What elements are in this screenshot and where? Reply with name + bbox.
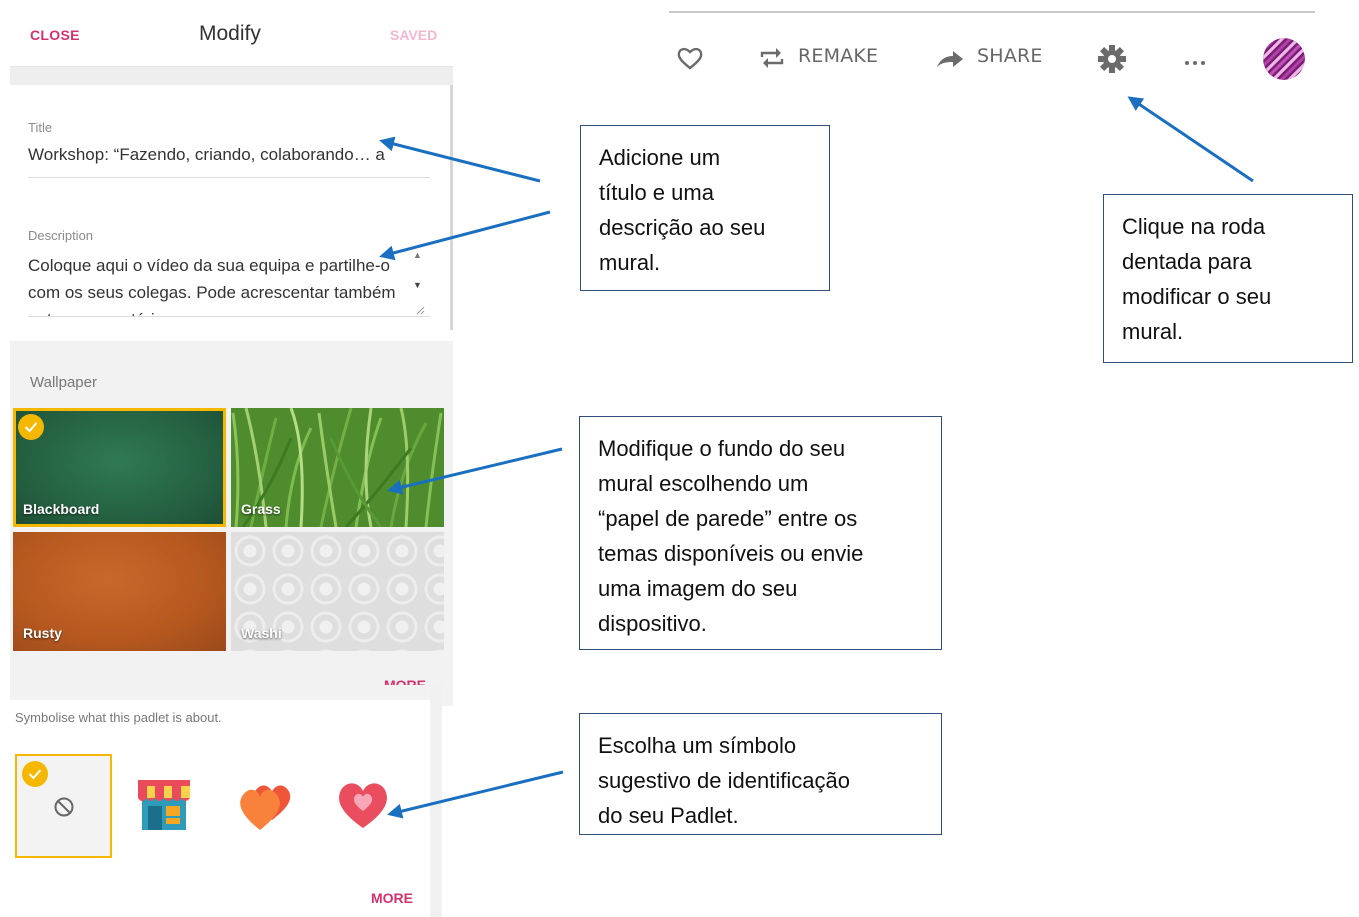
wallpaper-rusty[interactable]: Rusty [13,532,226,651]
callout-wallpaper: Modifique o fundo do seu mural escolhend… [579,416,942,650]
callout-symbol: Escolha um símbolo sugestivo de identifi… [579,713,942,835]
wallpaper-label-rusty: Rusty [23,625,62,641]
close-button[interactable]: CLOSE [30,27,80,43]
panel-scrollbar[interactable] [450,85,453,330]
gear-icon[interactable] [1097,44,1127,79]
title-underline [28,177,430,178]
description-label: Description [28,228,94,243]
wallpaper-label-washi: Washi [241,625,282,641]
panel-divider [10,67,453,85]
callout-title-description: Adicione um título e uma descrição ao se… [580,125,830,291]
wallpaper-blackboard[interactable]: Blackboard [13,408,226,527]
resize-handle-icon[interactable] [415,302,425,315]
shop-icon [138,780,190,830]
callout-gear: Clique na roda dentada para modificar o … [1103,194,1353,363]
panel-title: Modify [199,22,261,45]
scroll-down-icon[interactable]: ▼ [413,280,422,290]
check-icon [22,761,48,787]
remake-button[interactable]: REMAKE [798,45,878,67]
saved-status: SAVED [390,27,438,43]
wallpaper-label-grass: Grass [241,501,281,517]
share-button[interactable]: SHARE [977,45,1043,67]
arrow-to-gear [1127,96,1254,183]
symbol-option-hearts[interactable] [236,776,296,837]
avatar[interactable] [1263,38,1305,80]
wallpaper-grass[interactable]: Grass [231,408,444,527]
wallpaper-washi[interactable]: Washi [231,532,444,651]
wallpaper-label: Wallpaper [30,374,97,391]
symbol-option-shop[interactable] [136,778,192,837]
symbol-prompt: Symbolise what this padlet is about. [15,710,222,725]
wallpaper-label-blackboard: Blackboard [23,501,100,517]
remake-icon[interactable] [758,45,786,76]
check-icon [18,414,44,440]
description-text[interactable]: Coloque aqui o vídeo da sua equipa e par… [28,252,403,316]
share-icon[interactable] [935,49,965,74]
symbol-option-none[interactable] [15,754,112,858]
symbol-panel-edge [430,685,442,917]
description-underline [28,316,430,317]
two-hearts-icon [240,785,291,830]
symbol-more-button[interactable]: MORE [371,890,413,906]
toolbar-divider [669,11,1315,13]
symbol-option-heart[interactable] [335,778,391,835]
description-textarea[interactable]: Coloque aqui o vídeo da sua equipa e par… [28,252,428,316]
heart-outline-icon[interactable] [676,45,704,76]
wallpaper-more-button[interactable]: MORE [384,677,426,685]
scroll-up-icon[interactable]: ▲ [413,250,422,260]
no-symbol-icon [54,797,74,817]
heart-icon [339,783,387,828]
title-input[interactable]: Workshop: “Fazendo, criando, colaborando… [28,145,430,169]
title-label: Title [28,120,53,135]
ellipsis-icon[interactable] [1183,54,1207,72]
